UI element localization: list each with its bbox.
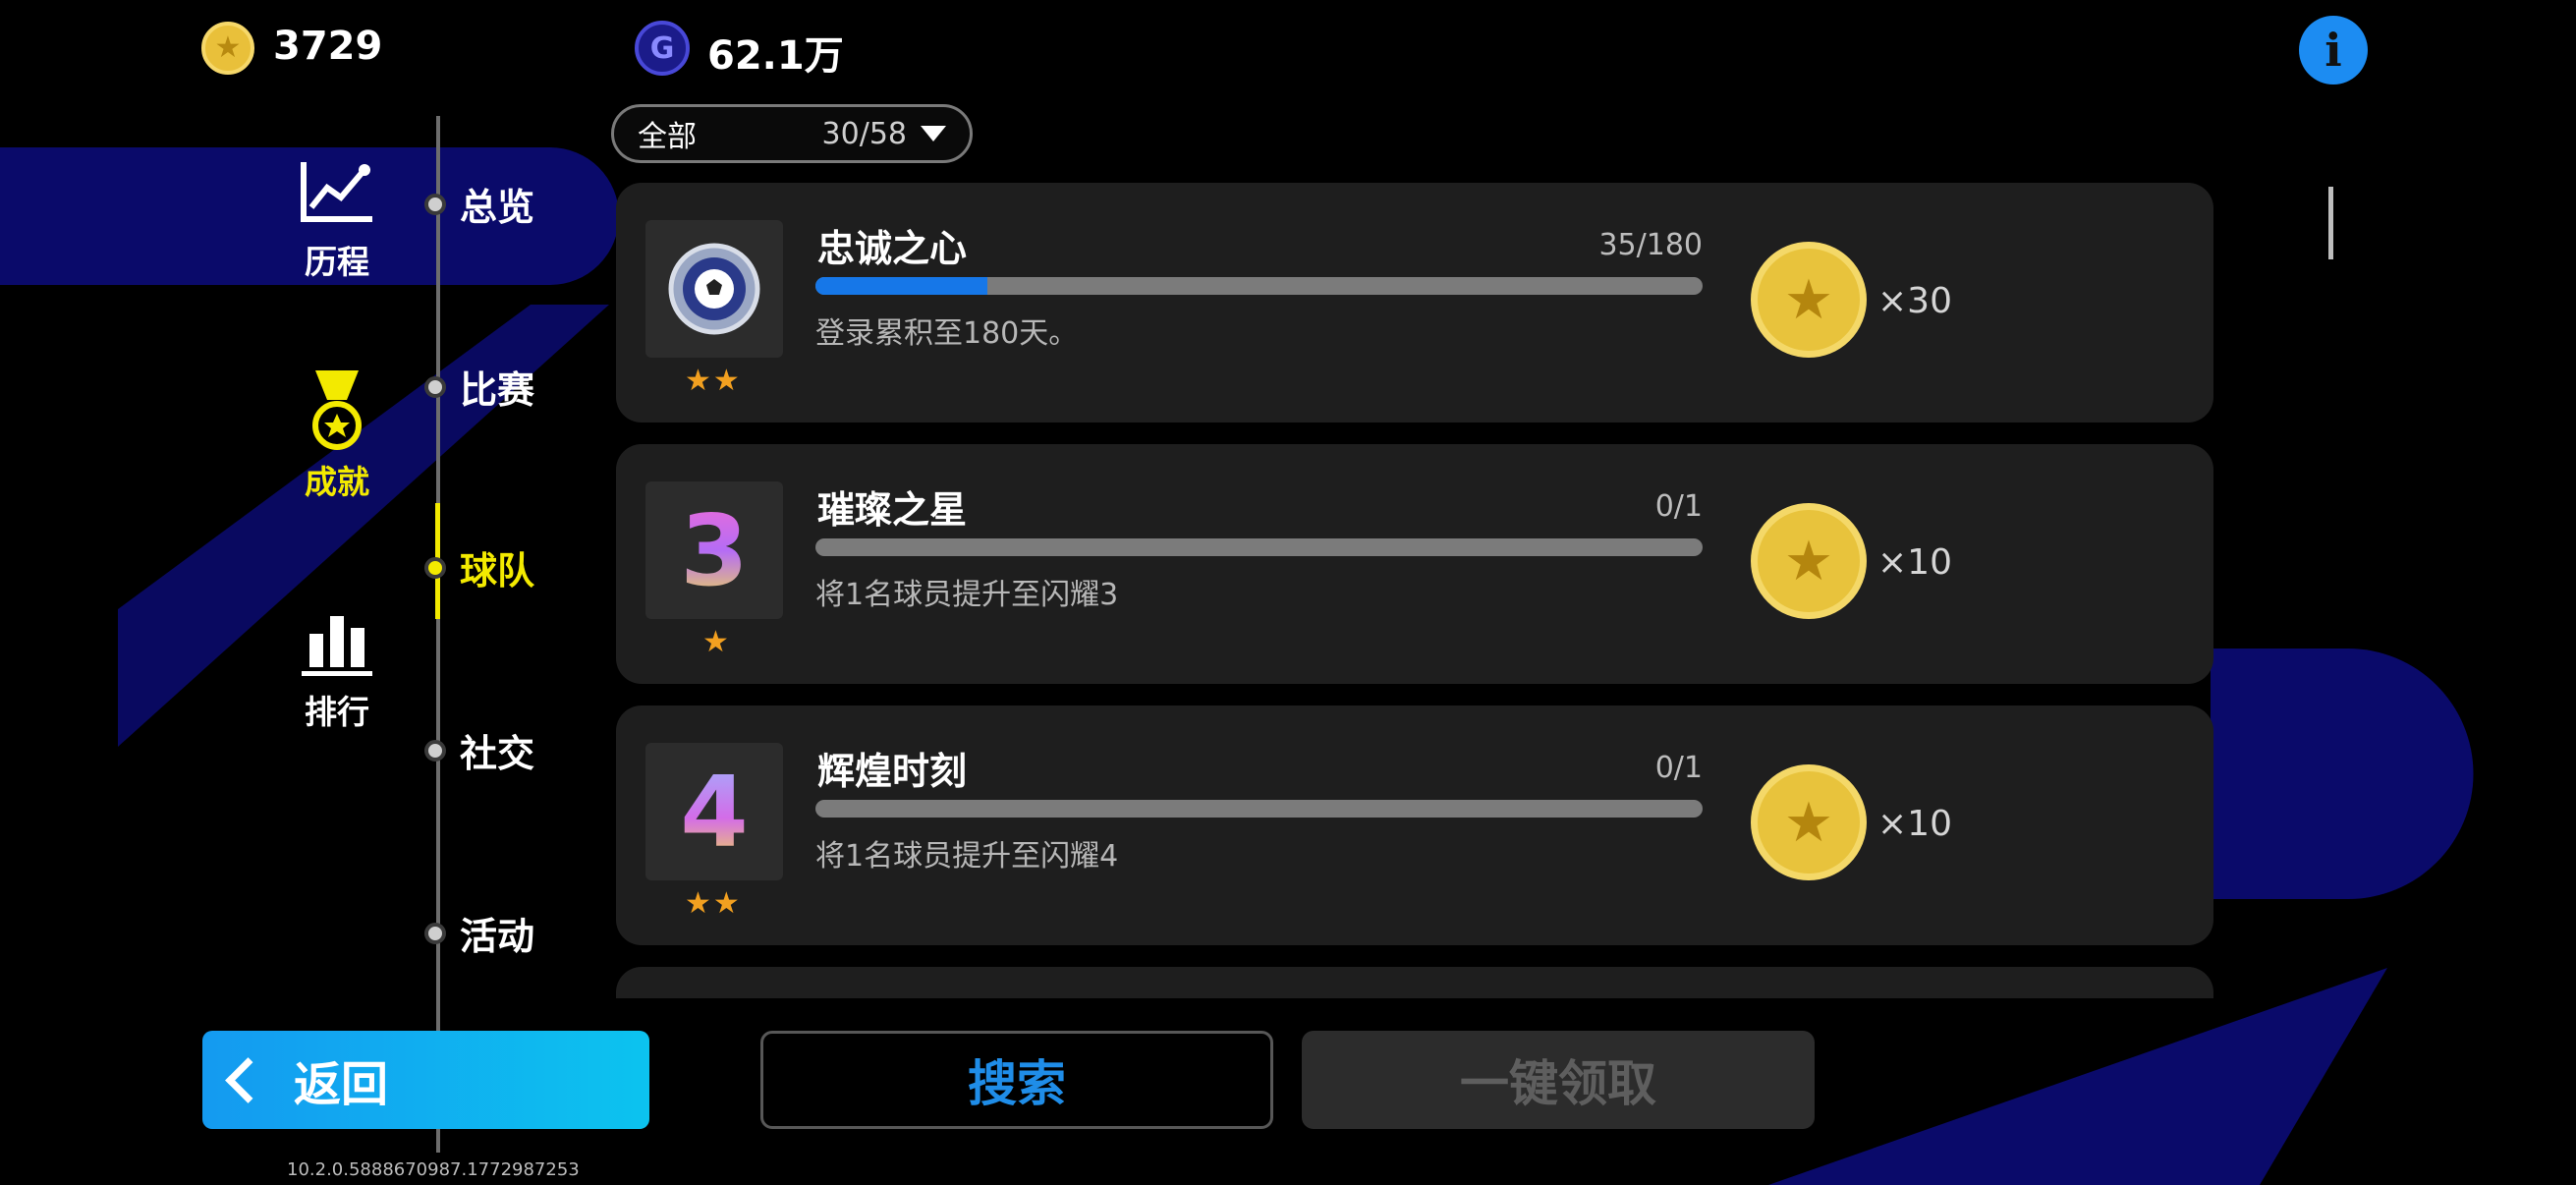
reward-coin-icon: ★ (1751, 242, 1867, 358)
bar-chart-icon (278, 603, 396, 682)
star-rating: ★★ (685, 886, 742, 921)
achievement-card[interactable]: 4 ★★ 辉煌时刻 0/1 将1名球员提升至闪耀4 ★ ×10 (616, 705, 2213, 945)
nav-item-rankings[interactable]: 排行 (278, 603, 396, 733)
progress-bar-fill (815, 277, 988, 295)
nav-item-history[interactable]: 历程 (278, 153, 396, 283)
back-button[interactable]: 返回 (202, 1031, 649, 1129)
claim-all-button[interactable]: 一键领取 (1302, 1031, 1815, 1129)
number-3-icon: 3 (645, 481, 783, 619)
progress-bar (815, 277, 1703, 295)
chevron-left-icon (225, 1056, 271, 1103)
version-text: 10.2.0.5888670987.1772987253 (287, 1159, 580, 1180)
reward-coin-icon: ★ (1751, 764, 1867, 880)
coin-balance: 3729 (273, 24, 383, 69)
timeline-dot (424, 922, 446, 944)
nav-item-achievements[interactable]: 成就 (278, 370, 396, 503)
subnav-item-overview[interactable]: 总览 (424, 177, 534, 231)
timeline-dot (424, 193, 446, 215)
star-rating: ★★ (685, 364, 742, 398)
progress-bar (815, 800, 1703, 818)
number-4-icon: 4 (645, 743, 783, 880)
info-button[interactable]: i (2299, 16, 2368, 85)
progress-bar (815, 538, 1703, 556)
back-label: 返回 (294, 1057, 389, 1112)
achievement-card-partial[interactable] (616, 967, 2213, 998)
achievement-description: 将1名球员提升至闪耀4 (815, 839, 1119, 874)
timeline-line (436, 116, 440, 1153)
achievement-card[interactable]: ★★ 忠诚之心 35/180 登录累积至180天。 ★ ×30 (616, 183, 2213, 423)
subnav-label: 活动 (460, 915, 535, 958)
star-rating: ★ (702, 625, 731, 659)
nav-label: 成就 (305, 463, 369, 501)
coin-currency-icon: ★ (201, 22, 254, 75)
gp-currency-icon: G (635, 21, 690, 76)
filter-count: 30/58 (821, 116, 907, 151)
subnav-item-match[interactable]: 比赛 (424, 360, 534, 414)
reward-amount: ×10 (1877, 542, 1952, 583)
timeline-dot (424, 375, 446, 398)
search-button[interactable]: 搜索 (760, 1031, 1273, 1129)
achievement-title: 忠诚之心 (817, 227, 968, 270)
medal-icon (278, 370, 396, 452)
caret-down-icon (921, 126, 946, 141)
filter-label: 全部 (638, 120, 697, 154)
subnav-item-social[interactable]: 社交 (424, 723, 534, 777)
achievement-card[interactable]: 3 ★ 璀璨之星 0/1 将1名球员提升至闪耀3 ★ ×10 (616, 444, 2213, 684)
subnav-label: 球队 (460, 549, 535, 592)
scrollbar-thumb[interactable] (2328, 187, 2333, 259)
timeline-dot (424, 739, 446, 762)
line-chart-icon (278, 153, 396, 232)
reward-amount: ×10 (1877, 804, 1952, 844)
nav-label: 排行 (305, 693, 369, 731)
progress-count: 0/1 (1654, 751, 1703, 785)
reward-amount: ×30 (1877, 281, 1952, 321)
achievement-description: 登录累积至180天。 (815, 316, 1079, 351)
progress-count: 0/1 (1654, 489, 1703, 524)
subnav-item-events[interactable]: 活动 (424, 906, 534, 960)
nav-label: 历程 (305, 243, 369, 281)
progress-count: 35/180 (1598, 228, 1703, 262)
soccer-ball-badge-icon (645, 220, 783, 358)
achievement-description: 将1名球员提升至闪耀3 (815, 578, 1119, 612)
subnav-label: 比赛 (460, 368, 535, 412)
reward-coin-icon: ★ (1751, 503, 1867, 619)
subnav-label: 社交 (460, 732, 535, 775)
timeline-dot-active (424, 556, 446, 579)
gp-balance: 62.1万 (707, 33, 844, 79)
subnav-label: 总览 (460, 186, 535, 229)
achievement-title: 璀璨之星 (817, 488, 968, 532)
filter-dropdown[interactable]: 全部 30/58 (611, 104, 973, 163)
achievement-title: 辉煌时刻 (817, 750, 968, 793)
subnav-item-team[interactable]: 球队 (424, 540, 534, 594)
